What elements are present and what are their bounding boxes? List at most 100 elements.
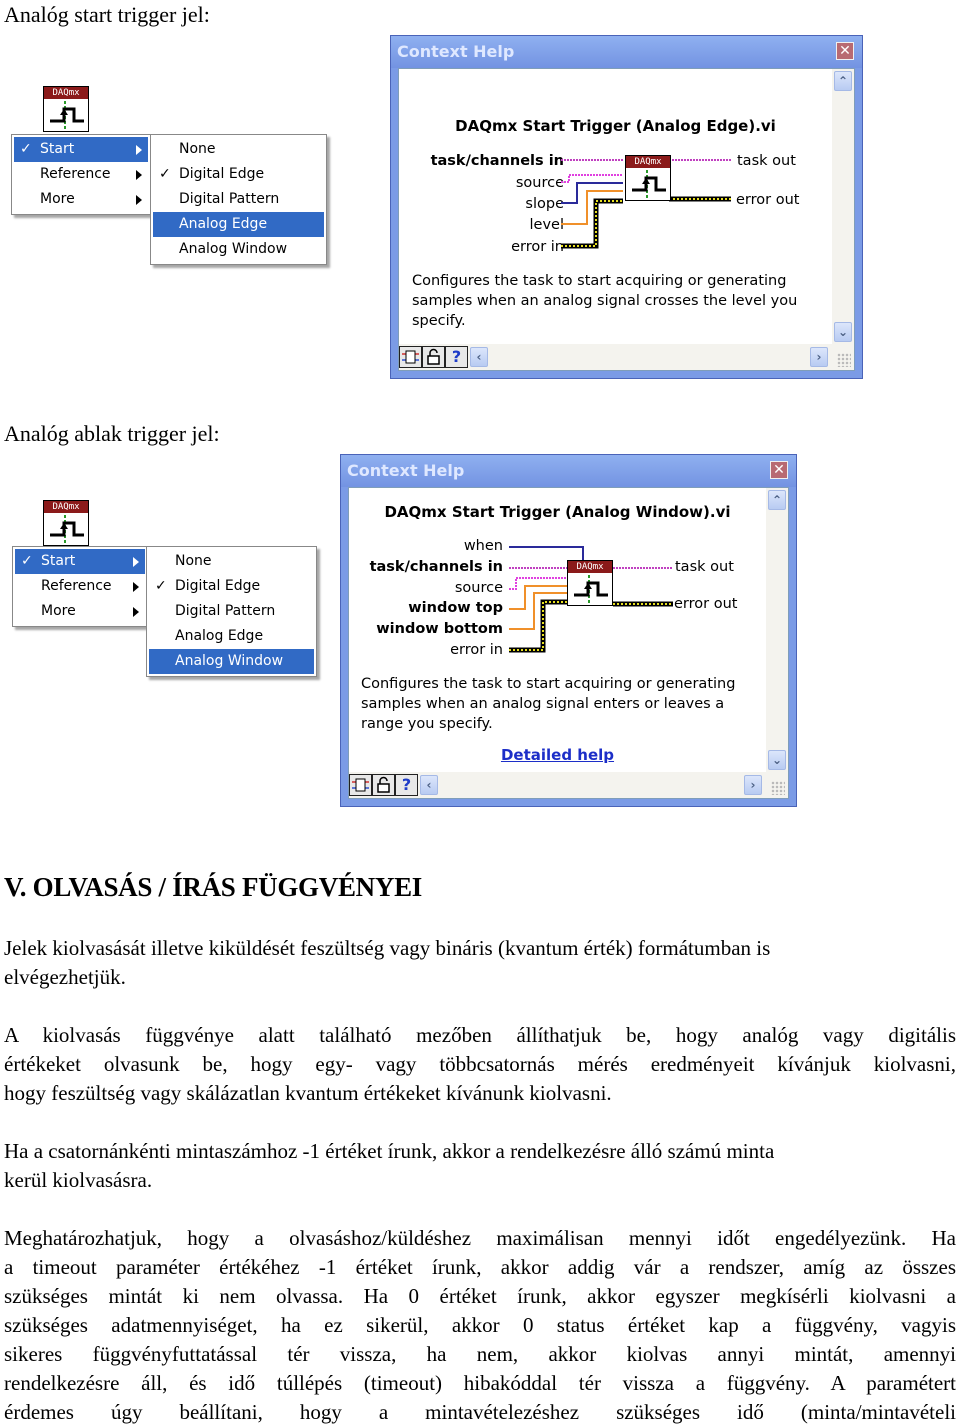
terminal-source: source (454, 580, 503, 596)
menu-item-more[interactable]: More (14, 187, 148, 212)
submenu-arrow-icon (133, 607, 139, 617)
scroll-down-icon[interactable]: ⌄ (768, 750, 786, 770)
resize-grip-icon[interactable] (837, 353, 851, 367)
vi-title: DAQmx Start Trigger (Analog Edge).vi (455, 117, 776, 135)
detailed-help-link[interactable]: Detailed help (349, 746, 766, 764)
menu-item-start[interactable]: ✓ Start (15, 549, 145, 574)
trigger-type-menu: ✓ Start Reference More (11, 134, 151, 215)
submenu-item-digital-pattern[interactable]: Digital Pattern (153, 187, 324, 212)
paragraph-2: A kiolvasás függvénye alatt található me… (4, 1023, 956, 1105)
trigger-step-icon (632, 170, 666, 198)
context-help-window-analog-edge: Context Help ✕ DAQmx Start Trigger (Anal… (390, 35, 863, 379)
submenu-item-none[interactable]: None (153, 137, 324, 162)
horizontal-scrollbar[interactable]: ? ‹ › (399, 344, 854, 370)
help-question-icon[interactable]: ? (395, 774, 418, 796)
terminal-error-out: error out (736, 192, 800, 208)
help-content: DAQmx Start Trigger (Analog Window).vi w… (348, 487, 789, 799)
title-bar[interactable]: Context Help ✕ (341, 455, 796, 487)
submenu-arrow-icon (133, 582, 139, 592)
scroll-up-icon[interactable]: ⌃ (768, 490, 786, 510)
check-icon: ✓ (155, 578, 167, 594)
submenu-item-analog-window[interactable]: Analog Window (153, 237, 324, 262)
wire-window-top (509, 585, 567, 610)
check-icon: ✓ (21, 553, 33, 569)
help-content: DAQmx Start Trigger (Analog Edge).vi tas… (398, 68, 855, 371)
paragraph-4: Meghatározhatjuk, hogy a olvasáshoz/küld… (4, 1226, 956, 1424)
terminal-error-out: error out (674, 596, 738, 612)
section-heading: V. OLVASÁS / ÍRÁS FÜGGVÉNYEI (4, 872, 422, 902)
scroll-left-icon[interactable]: ‹ (420, 775, 438, 795)
lock-icon[interactable] (422, 346, 445, 368)
trigger-type-menu: ✓ Start Reference More (12, 546, 148, 627)
trigger-step-icon (50, 101, 84, 129)
vi-description: Configures the task to start acquiring o… (412, 273, 798, 329)
terminal-when: when (463, 538, 503, 554)
scroll-right-icon[interactable]: › (810, 347, 828, 367)
daqmx-vi-icon: DAQmx (625, 155, 671, 201)
vertical-scrollbar[interactable]: ⌃ ⌄ (832, 69, 854, 344)
caption-analog-window-trigger: Analóg ablak trigger jel: (4, 421, 220, 446)
close-icon[interactable]: ✕ (836, 42, 854, 60)
terminal-error-in: error in (450, 642, 503, 658)
wire-source (509, 577, 567, 590)
terminal-window-bottom: window bottom (376, 621, 503, 637)
submenu-item-analog-edge[interactable]: Analog Edge (153, 212, 324, 237)
scroll-down-icon[interactable]: ⌄ (834, 322, 852, 342)
menu-item-reference[interactable]: Reference (14, 162, 148, 187)
terminal-error-in: error in (511, 239, 564, 255)
daqmx-trigger-icon: DAQmx (43, 86, 89, 132)
close-icon[interactable]: ✕ (770, 461, 788, 479)
menu-item-more[interactable]: More (15, 599, 145, 624)
vi-connector-icon[interactable] (399, 346, 422, 368)
submenu-item-analog-edge[interactable]: Analog Edge (149, 624, 314, 649)
window-title: Context Help (347, 461, 465, 480)
start-trigger-submenu: None ✓ Digital Edge Digital Pattern Analo… (150, 134, 327, 265)
horizontal-scrollbar[interactable]: ? ‹ › (349, 772, 788, 798)
daqmx-label: DAQmx (44, 501, 88, 513)
submenu-arrow-icon (136, 170, 142, 180)
submenu-item-digital-pattern[interactable]: Digital Pattern (149, 599, 314, 624)
daqmx-label: DAQmx (568, 561, 612, 573)
menu-item-reference[interactable]: Reference (15, 574, 145, 599)
scroll-up-icon[interactable]: ⌃ (834, 71, 852, 91)
vi-connector-icon[interactable] (349, 774, 372, 796)
menu-item-start[interactable]: ✓ Start (14, 137, 148, 162)
vi-title: DAQmx Start Trigger (Analog Window).vi (384, 503, 731, 521)
daqmx-vi-icon: DAQmx (567, 560, 613, 606)
vi-description: Configures the task to start acquiring o… (361, 676, 736, 732)
submenu-arrow-icon (136, 145, 142, 155)
submenu-item-digital-edge[interactable]: ✓ Digital Edge (149, 574, 314, 599)
caption-analog-start-trigger: Analóg start trigger jel: (4, 2, 210, 27)
scroll-right-icon[interactable]: › (744, 775, 762, 795)
submenu-arrow-icon (136, 195, 142, 205)
vertical-scrollbar[interactable]: ⌃ ⌄ (766, 488, 788, 772)
terminal-task-channels-in: task/channels in (369, 559, 503, 575)
submenu-arrow-icon (133, 557, 139, 567)
paragraph-1: Jelek kiolvasását illetve kiküldését fes… (4, 936, 771, 989)
scroll-left-icon[interactable]: ‹ (470, 347, 488, 367)
terminal-window-top: window top (408, 600, 503, 616)
title-bar[interactable]: Context Help ✕ (391, 36, 862, 68)
window-title: Context Help (397, 42, 515, 61)
daqmx-label: DAQmx (44, 87, 88, 99)
resize-grip-icon[interactable] (771, 781, 785, 795)
wire-source (561, 174, 623, 183)
trigger-step-icon (574, 575, 608, 603)
trigger-step-icon (50, 515, 84, 543)
help-question-icon[interactable]: ? (445, 346, 468, 368)
daqmx-label: DAQmx (626, 156, 670, 168)
wire-window-bottom (509, 592, 567, 630)
submenu-item-digital-edge[interactable]: ✓ Digital Edge (153, 162, 324, 187)
wire-level (561, 190, 623, 225)
start-trigger-submenu: None ✓ Digital Edge Digital Pattern Analo… (146, 546, 317, 677)
terminal-task-channels-in: task/channels in (430, 153, 564, 169)
lock-icon[interactable] (372, 774, 395, 796)
submenu-item-none[interactable]: None (149, 549, 314, 574)
check-icon: ✓ (20, 141, 32, 157)
terminal-source: source (515, 175, 564, 191)
terminal-task-out: task out (675, 559, 734, 575)
context-help-window-analog-window: Context Help ✕ DAQmx Start Trigger (Anal… (340, 454, 797, 807)
check-icon: ✓ (159, 166, 171, 182)
submenu-item-analog-window[interactable]: Analog Window (149, 649, 314, 674)
terminal-task-out: task out (737, 153, 796, 169)
